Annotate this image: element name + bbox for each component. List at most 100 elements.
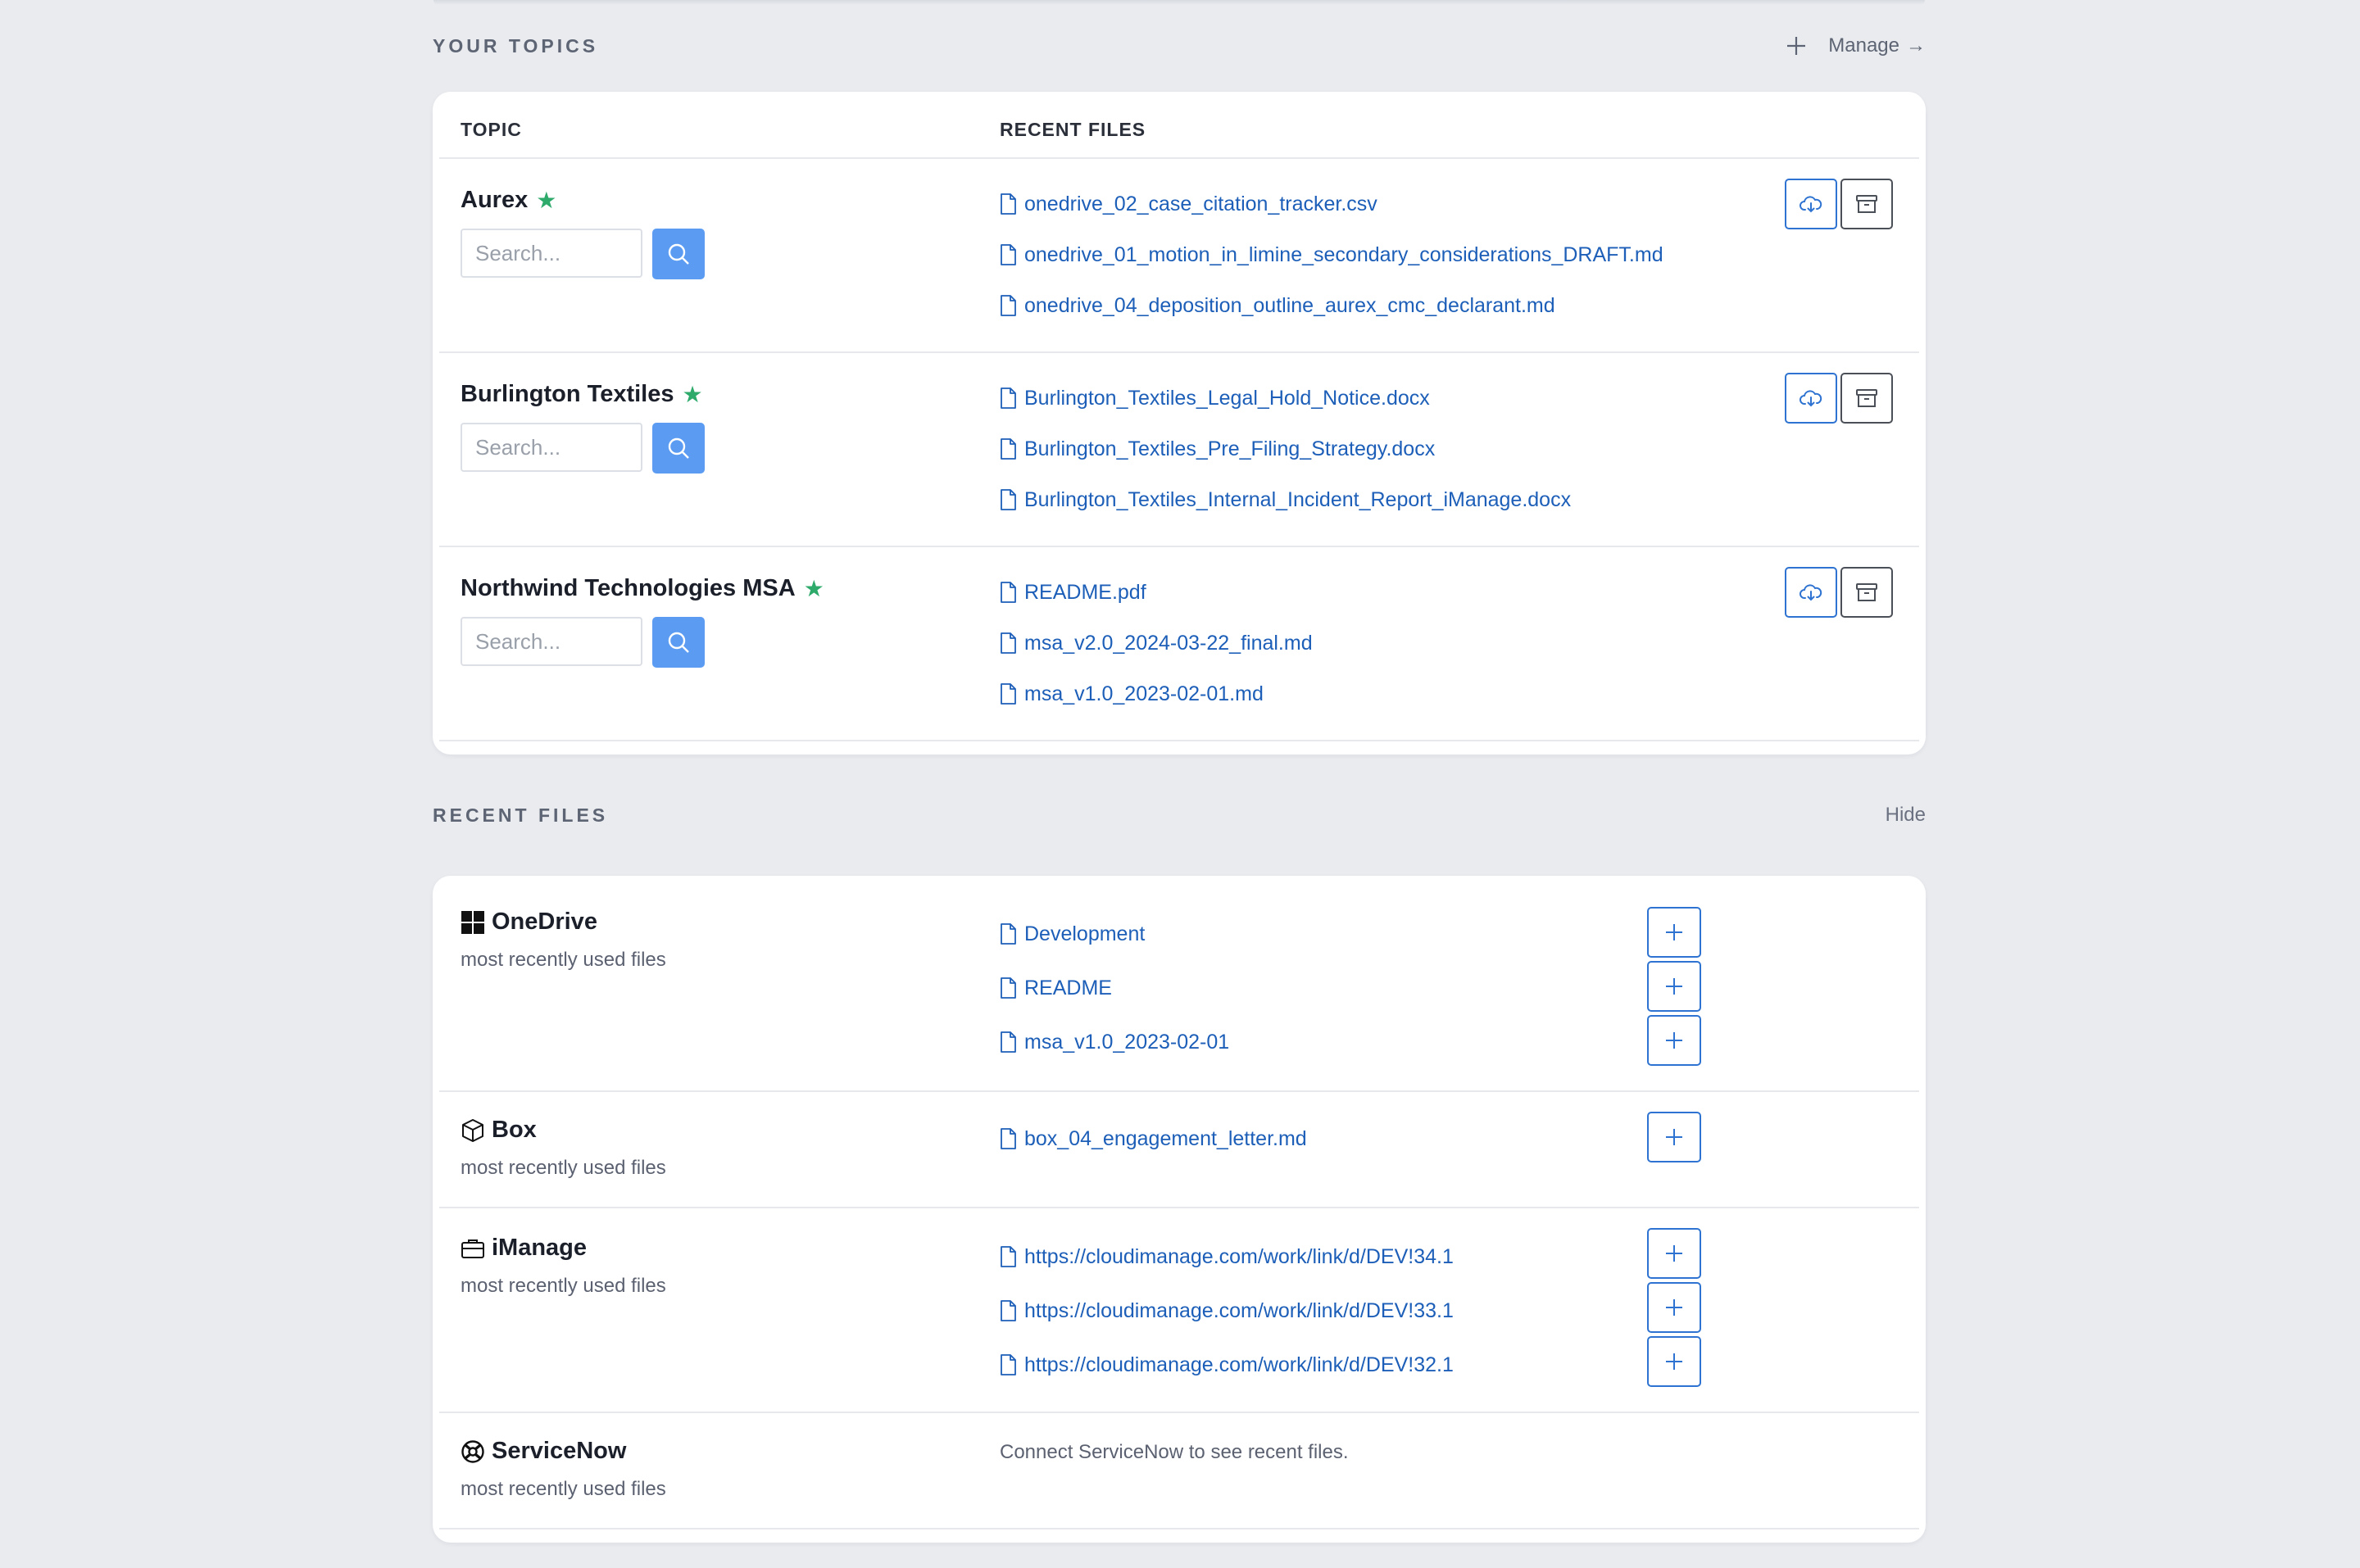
file-link[interactable]: Burlington_Textiles_Pre_Filing_Strategy.… bbox=[1000, 424, 1919, 474]
source-files: box_04_engagement_letter.md bbox=[1000, 1092, 1647, 1207]
cloud-download-button[interactable] bbox=[1785, 179, 1837, 229]
add-to-topic-button[interactable] bbox=[1647, 1228, 1701, 1279]
file-icon bbox=[1001, 193, 1016, 215]
file-link[interactable]: msa_v2.0_2024-03-22_final.md bbox=[1000, 618, 1919, 668]
source-name-label: OneDrive bbox=[492, 909, 597, 935]
recent-file-link[interactable]: https://cloudimanage.com/work/link/d/DEV… bbox=[1000, 1284, 1647, 1338]
topic-name[interactable]: Burlington Textiles ★ bbox=[461, 381, 1000, 408]
search-icon bbox=[668, 437, 689, 459]
source-name-label: Box bbox=[492, 1117, 537, 1143]
cloud-download-button[interactable] bbox=[1785, 567, 1837, 618]
topic-name-label: Aurex bbox=[461, 187, 529, 213]
file-name: box_04_engagement_letter.md bbox=[1024, 1126, 1307, 1150]
archive-button[interactable] bbox=[1840, 179, 1893, 229]
add-to-topic-button[interactable] bbox=[1647, 1282, 1701, 1333]
topic-search-input[interactable] bbox=[461, 229, 642, 278]
source-subtitle: most recently used files bbox=[461, 1275, 666, 1297]
archive-button[interactable] bbox=[1840, 373, 1893, 424]
file-icon bbox=[1001, 1300, 1016, 1321]
file-icon bbox=[1001, 1246, 1016, 1267]
file-link[interactable]: Burlington_Textiles_Internal_Incident_Re… bbox=[1000, 474, 1919, 525]
star-icon[interactable]: ★ bbox=[682, 383, 702, 406]
file-name: Burlington_Textiles_Legal_Hold_Notice.do… bbox=[1024, 386, 1430, 410]
cloud-download-icon bbox=[1800, 390, 1822, 407]
file-icon bbox=[1001, 387, 1016, 409]
source-name-label: ServiceNow bbox=[492, 1438, 627, 1464]
file-name: onedrive_04_deposition_outline_aurex_cmc… bbox=[1024, 293, 1555, 317]
source-files: https://cloudimanage.com/work/link/d/DEV… bbox=[1000, 1208, 1647, 1412]
file-name: README.pdf bbox=[1024, 580, 1146, 604]
file-name: https://cloudimanage.com/work/link/d/DEV… bbox=[1024, 1244, 1454, 1268]
archive-icon bbox=[1856, 583, 1877, 601]
plus-icon bbox=[1666, 1299, 1682, 1316]
file-link[interactable]: onedrive_04_deposition_outline_aurex_cmc… bbox=[1000, 280, 1919, 331]
source-name: ServiceNow bbox=[461, 1438, 1000, 1465]
plus-icon bbox=[1666, 1245, 1682, 1262]
recent-file-link[interactable]: README bbox=[1000, 961, 1647, 1015]
file-link[interactable]: onedrive_02_case_citation_tracker.csv bbox=[1000, 179, 1919, 229]
file-name: https://cloudimanage.com/work/link/d/DEV… bbox=[1024, 1298, 1454, 1322]
file-icon bbox=[1001, 632, 1016, 654]
file-icon bbox=[1001, 438, 1016, 460]
file-icon bbox=[1001, 295, 1016, 316]
topic-row: Burlington Textiles ★ Burlington_Textile… bbox=[439, 353, 1919, 547]
recent-files-card: OneDrive most recently used files Develo… bbox=[433, 876, 1926, 1543]
topic-name[interactable]: Northwind Technologies MSA ★ bbox=[461, 575, 1000, 602]
topic-name[interactable]: Aurex ★ bbox=[461, 187, 1000, 214]
source-name: OneDrive bbox=[461, 909, 1000, 936]
archive-button[interactable] bbox=[1840, 567, 1893, 618]
file-link[interactable]: onedrive_01_motion_in_limine_secondary_c… bbox=[1000, 229, 1919, 280]
topic-search-button[interactable] bbox=[652, 229, 705, 279]
topics-card: TOPIC RECENT FILES Aurex ★ Search... one… bbox=[433, 92, 1926, 755]
file-name: onedrive_02_case_citation_tracker.csv bbox=[1024, 192, 1377, 215]
source-name: Box bbox=[461, 1117, 1000, 1144]
file-name: Burlington_Textiles_Pre_Filing_Strategy.… bbox=[1024, 437, 1436, 460]
star-icon[interactable]: ★ bbox=[804, 577, 824, 600]
connect-message: Connect ServiceNow to see recent files. bbox=[1000, 1441, 1349, 1463]
topic-cell: Burlington Textiles ★ bbox=[439, 353, 1000, 546]
topic-search-button[interactable] bbox=[652, 423, 705, 474]
recent-file-link[interactable]: https://cloudimanage.com/work/link/d/DEV… bbox=[1000, 1338, 1647, 1392]
add-to-topic-button[interactable] bbox=[1647, 1112, 1701, 1162]
archive-icon bbox=[1856, 195, 1877, 213]
add-to-topic-button[interactable] bbox=[1647, 1336, 1701, 1387]
file-name: Burlington_Textiles_Internal_Incident_Re… bbox=[1024, 487, 1572, 511]
file-name: Development bbox=[1024, 922, 1146, 945]
recent-file-link[interactable]: box_04_engagement_letter.md bbox=[1000, 1112, 1647, 1166]
topics-section-title: YOUR TOPICS bbox=[433, 34, 599, 57]
file-name: https://cloudimanage.com/work/link/d/DEV… bbox=[1024, 1353, 1454, 1376]
source-info: iManage most recently used files bbox=[439, 1208, 1000, 1412]
file-icon bbox=[1001, 977, 1016, 999]
topics-section-header: YOUR TOPICS Manage → bbox=[433, 0, 1926, 92]
topic-row: Aurex ★ onedrive_02_case_citation_tracke… bbox=[439, 159, 1919, 353]
file-link[interactable]: msa_v1.0_2023-02-01.md bbox=[1000, 668, 1919, 719]
recent-file-link[interactable]: msa_v1.0_2023-02-01 bbox=[1000, 1015, 1647, 1069]
topic-search-input[interactable] bbox=[461, 617, 642, 666]
file-link[interactable]: README.pdf bbox=[1000, 567, 1919, 618]
topic-name-label: Burlington Textiles bbox=[461, 381, 674, 407]
add-topic-button[interactable] bbox=[1786, 35, 1807, 57]
topic-name-label: Northwind Technologies MSA bbox=[461, 575, 796, 601]
topic-search-input[interactable] bbox=[461, 423, 642, 472]
add-to-topic-button[interactable] bbox=[1647, 907, 1701, 958]
file-link[interactable]: Burlington_Textiles_Legal_Hold_Notice.do… bbox=[1000, 373, 1919, 424]
file-icon bbox=[1001, 489, 1016, 510]
recent-file-link[interactable]: Development bbox=[1000, 907, 1647, 961]
hide-recent-link[interactable]: Hide bbox=[1886, 804, 1926, 827]
source-name-label: iManage bbox=[492, 1235, 588, 1261]
cloud-download-button[interactable] bbox=[1785, 373, 1837, 424]
box-cube-icon bbox=[462, 1118, 483, 1142]
plus-icon bbox=[1787, 37, 1806, 55]
add-to-topic-button[interactable] bbox=[1647, 961, 1701, 1012]
star-icon[interactable]: ★ bbox=[536, 188, 556, 212]
main-content: YOUR TOPICS Manage → TOPIC RECENT FILES … bbox=[433, 0, 1926, 1543]
source-name: iManage bbox=[461, 1235, 1000, 1262]
recent-file-link[interactable]: https://cloudimanage.com/work/link/d/DEV… bbox=[1000, 1230, 1647, 1284]
file-icon bbox=[1001, 582, 1016, 603]
topic-search-button[interactable] bbox=[652, 617, 705, 668]
manage-topics-link[interactable]: Manage → bbox=[1828, 34, 1926, 57]
file-name: msa_v1.0_2023-02-01 bbox=[1024, 1030, 1230, 1054]
source-info: Box most recently used files bbox=[439, 1092, 1000, 1207]
add-to-topic-button[interactable] bbox=[1647, 1015, 1701, 1066]
briefcase-icon bbox=[461, 1239, 484, 1258]
